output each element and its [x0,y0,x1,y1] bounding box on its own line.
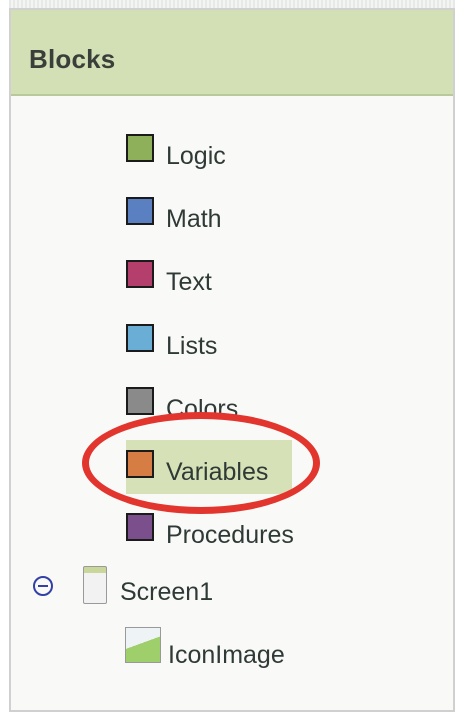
category-label: Math [166,205,222,233]
category-label: Colors [166,395,239,423]
blocks-panel: Blocks [9,8,455,712]
category-variables[interactable]: Variables [126,440,292,494]
category-label: Logic [166,142,226,170]
panel-header: Blocks [11,10,453,96]
lists-swatch-icon [126,324,154,352]
category-label: Lists [166,332,218,360]
colors-swatch-icon [126,387,154,415]
text-swatch-icon [126,260,154,288]
collapse-icon[interactable] [33,576,53,596]
panel-title: Blocks [29,44,116,74]
component-label[interactable]: IconImage [168,641,285,670]
category-label: Text [166,268,212,296]
math-swatch-icon [126,197,154,225]
category-label: Procedures [166,521,294,549]
screen-icon [83,566,107,604]
variables-swatch-icon [126,450,154,478]
image-icon [125,627,161,663]
logic-swatch-icon [126,134,154,162]
screen-label[interactable]: Screen1 [120,578,213,607]
category-label: Variables [166,458,269,486]
procedures-swatch-icon [126,513,154,541]
